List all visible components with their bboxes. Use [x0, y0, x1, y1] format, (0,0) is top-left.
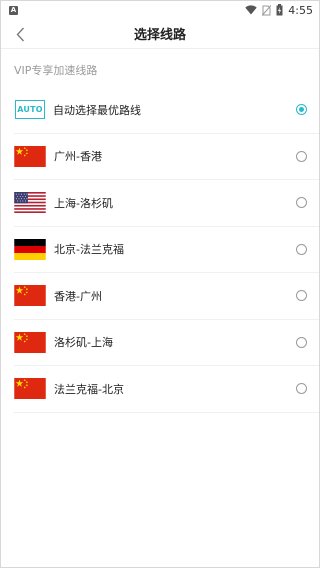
route-item-hongkong-guangzhou[interactable]: 香港-广州	[14, 273, 319, 320]
radio-unselected[interactable]	[296, 383, 307, 395]
route-label: 香港-广州	[54, 289, 102, 303]
radio-unselected[interactable]	[296, 150, 307, 162]
battery-icon	[276, 4, 283, 16]
route-label: 自动选择最优路线	[53, 103, 141, 117]
route-item-losangeles-shanghai[interactable]: 洛杉矶-上海	[14, 320, 319, 366]
radio-unselected[interactable]	[296, 197, 307, 209]
route-item-frankfurt-beijing[interactable]: 法兰克福-北京	[14, 366, 319, 413]
route-item-guangzhou-hongkong[interactable]: 广州-香港	[14, 134, 319, 180]
status-bar: A 4:55	[1, 1, 319, 19]
radio-unselected[interactable]	[296, 290, 307, 302]
route-label: 上海-洛杉矶	[54, 196, 113, 210]
wifi-icon	[245, 5, 257, 15]
china-flag-icon	[14, 145, 46, 167]
china-flag-icon	[14, 285, 46, 307]
route-item-shanghai-losangeles[interactable]: 上海-洛杉矶	[14, 180, 319, 227]
auto-icon: AUTO	[15, 100, 45, 120]
route-item-auto[interactable]: AUTO 自动选择最优路线	[14, 87, 319, 134]
china-flag-icon	[14, 378, 46, 400]
germany-flag-icon	[14, 238, 46, 260]
usa-flag-icon	[14, 192, 46, 214]
route-label: 广州-香港	[54, 150, 102, 164]
route-label: 洛杉矶-上海	[54, 336, 113, 350]
back-button[interactable]	[11, 23, 29, 45]
nav-header: 选择线路	[1, 19, 319, 48]
radio-unselected[interactable]	[296, 336, 307, 348]
route-label: 北京-法兰克福	[54, 243, 124, 257]
route-label: 法兰克福-北京	[54, 382, 124, 396]
radio-unselected[interactable]	[296, 243, 307, 255]
status-time: 4:55	[288, 3, 313, 17]
route-list: AUTO 自动选择最优路线 广州-香港 上海-洛杉矶 北京-法兰克福 香港-广州…	[1, 87, 319, 413]
chevron-left-icon	[16, 27, 24, 41]
notification-badge: A	[9, 5, 18, 15]
china-flag-icon	[14, 331, 46, 353]
radio-selected[interactable]	[296, 104, 307, 116]
sim-off-icon	[262, 4, 272, 16]
section-label: VIP专享加速线路	[14, 64, 98, 77]
page-title: 选择线路	[133, 28, 186, 43]
route-item-beijing-frankfurt[interactable]: 北京-法兰克福	[14, 227, 319, 273]
app-frame: A 4:55 选择线路 VIP专享加速线路 AUTO 自动选择最优路线 广州-香…	[0, 0, 320, 568]
